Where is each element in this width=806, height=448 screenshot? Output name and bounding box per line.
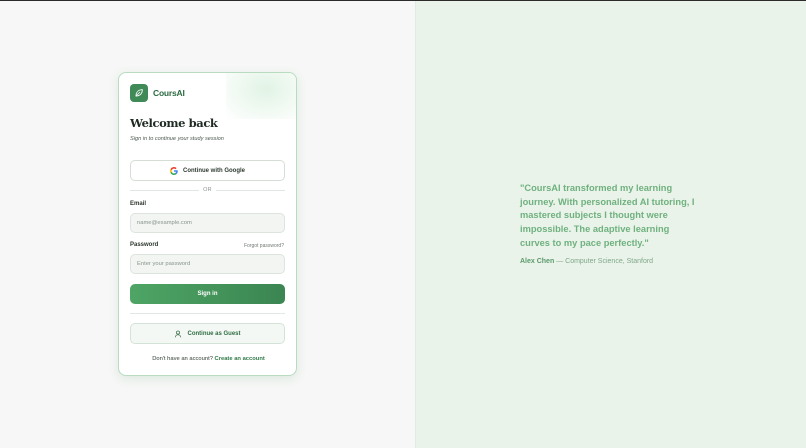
testimonial-quote: "CoursAI transformed my learning journey…	[520, 183, 695, 248]
email-field[interactable]	[130, 213, 285, 233]
guest-label: Continue as Guest	[187, 330, 241, 337]
google-signin-button[interactable]: Continue with Google	[130, 160, 285, 181]
testimonial-author: Alex Chen — Computer Science, Stanford	[520, 258, 653, 265]
google-icon	[170, 166, 178, 175]
author-role: — Computer Science, Stanford	[556, 258, 654, 265]
password-field[interactable]	[130, 254, 285, 274]
brand-name: CoursAI	[153, 88, 185, 98]
signin-button[interactable]: Sign in	[130, 284, 285, 304]
page-subtitle: Sign in to continue your study session	[130, 136, 224, 142]
divider	[130, 313, 285, 314]
or-divider: OR	[130, 186, 286, 194]
leaf-icon	[130, 84, 148, 102]
email-label: Email	[130, 201, 147, 207]
forgot-password-link[interactable]: Forgot password?	[244, 243, 284, 249]
create-account-link[interactable]: Create an account	[215, 356, 265, 362]
google-signin-label: Continue with Google	[183, 167, 245, 174]
author-name: Alex Chen	[520, 258, 555, 265]
password-label: Password	[130, 242, 159, 248]
or-text: OR	[203, 187, 212, 193]
user-icon	[175, 330, 182, 337]
signup-row: Don't have an account? Create an account	[119, 356, 296, 362]
signup-prompt: Don't have an account?	[152, 356, 213, 362]
guest-button[interactable]: Continue as Guest	[130, 323, 285, 344]
brand: CoursAI	[130, 84, 185, 102]
login-card: CoursAI Welcome back Sign in to continue…	[118, 72, 297, 376]
page-title: Welcome back	[130, 116, 218, 130]
